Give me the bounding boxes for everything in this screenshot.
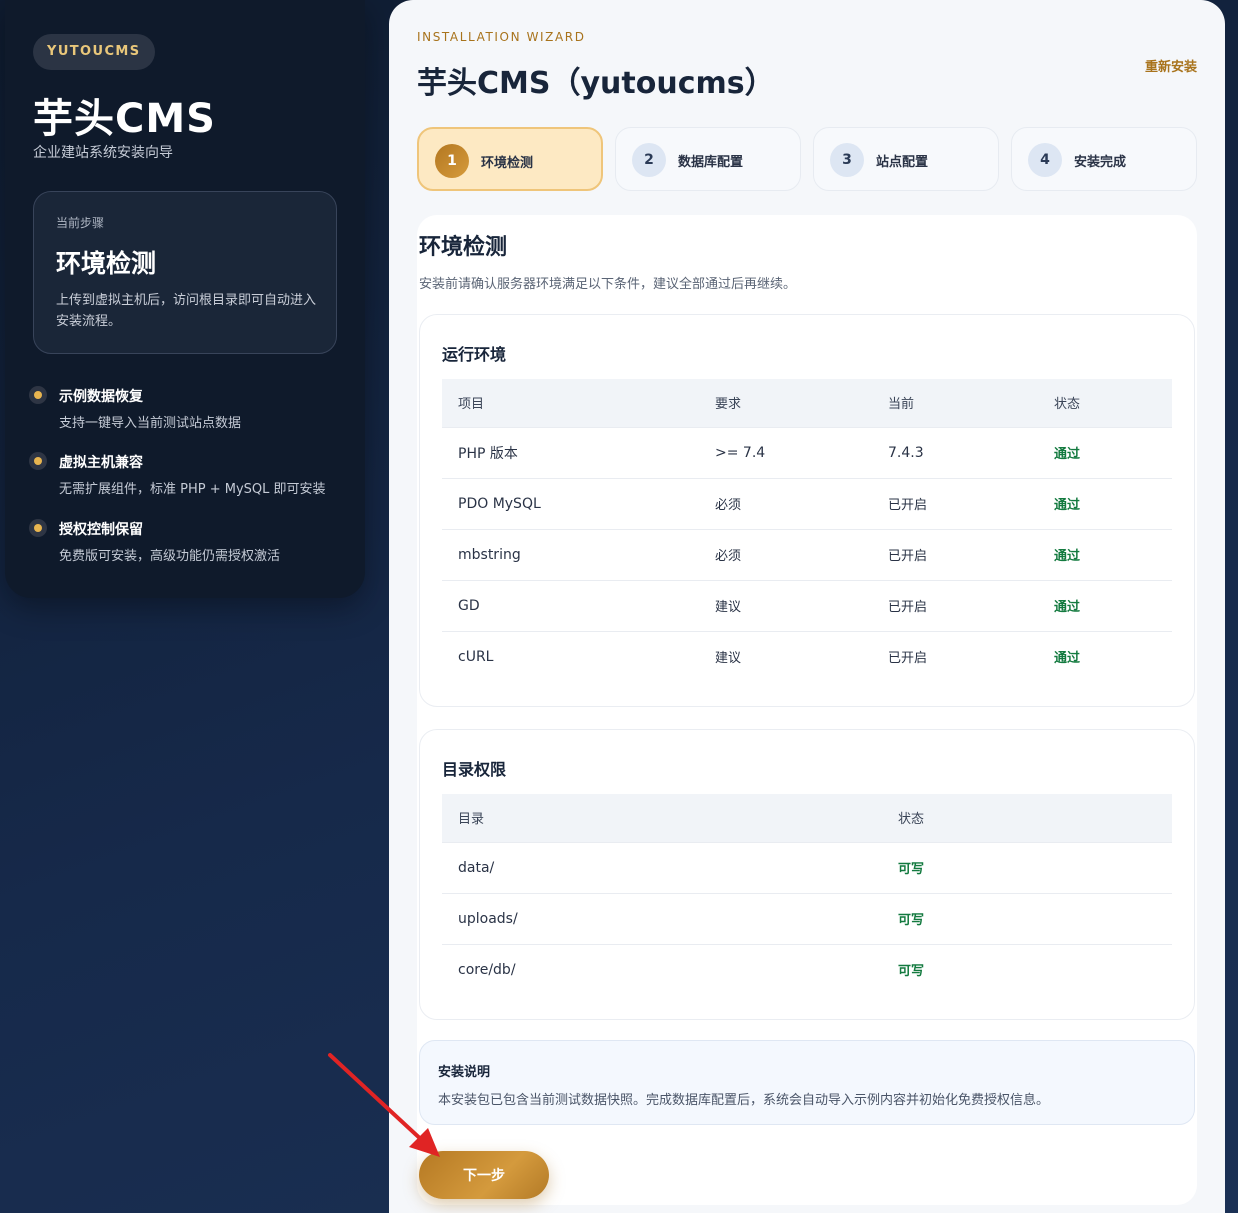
feature-title: 虚拟主机兼容: [59, 455, 143, 471]
step-number: 4: [1028, 143, 1062, 177]
step-number: 3: [830, 143, 864, 177]
table-row: data/ 可写: [442, 841, 1172, 893]
table-row: cURL 建议 已开启 通过: [442, 630, 1172, 682]
section-desc: 安装前请确认服务器环境满足以下条件，建议全部通过后再继续。: [419, 277, 797, 292]
runtime-title: 运行环境: [442, 345, 507, 364]
install-note: 安装说明 本安装包已包含当前测试数据快照。完成数据库配置后，系统会自动导入示例内…: [419, 1040, 1195, 1125]
column-header: 目录: [458, 812, 485, 828]
cell-status: 通过: [1038, 477, 1172, 529]
step-label: 安装完成: [1074, 155, 1127, 170]
note-text: 本安装包已包含当前测试数据快照。完成数据库配置后，系统会自动导入示例内容并初始化…: [438, 1093, 1050, 1108]
cell-status: 通过: [1038, 630, 1172, 682]
main-panel: INSTALLATION WIZARD 芋头CMS（yutoucms） 重新安装…: [389, 0, 1225, 1213]
permissions-table: 目录 状态 data/ 可写 uploads/ 可写 core/db/ 可写: [442, 794, 1172, 995]
runtime-panel: 运行环境 项目 要求 当前 状态 PHP 版本 >= 7.4 7.4.3 通过 …: [419, 314, 1195, 707]
sidebar-title: 芋头CMS: [33, 96, 216, 142]
section-title: 环境检测: [419, 235, 508, 260]
current-step-desc: 上传到虚拟主机后，访问根目录即可自动进入安装流程。: [56, 293, 317, 329]
brand-badge: YUTOUCMS: [33, 34, 155, 70]
sidebar: YUTOUCMS 芋头CMS 企业建站系统安装向导 当前步骤 环境检测 上传到虚…: [5, 0, 365, 598]
table-row: uploads/ 可写: [442, 892, 1172, 944]
step-label: 环境检测: [481, 156, 534, 171]
step-number: 1: [435, 144, 469, 178]
table-header-row: 项目 要求 当前 状态: [442, 379, 1172, 427]
cell-current: 已开启: [872, 630, 1038, 682]
cell-status: 通过: [1038, 426, 1172, 478]
permissions-panel: 目录权限 目录 状态 data/ 可写 uploads/ 可写 core/db/…: [419, 729, 1195, 1020]
cell-directory: core/db/: [442, 943, 882, 995]
cell-requirement: >= 7.4: [699, 426, 872, 478]
step-label: 数据库配置: [678, 155, 744, 170]
cell-status: 通过: [1038, 528, 1172, 580]
bullet-dot-icon: [29, 386, 47, 404]
current-step-card: 当前步骤 环境检测 上传到虚拟主机后，访问根目录即可自动进入安装流程。: [33, 191, 337, 354]
permissions-title: 目录权限: [442, 760, 507, 779]
cell-directory: uploads/: [442, 892, 882, 944]
note-title: 安装说明: [438, 1065, 491, 1080]
content-card: 环境检测 安装前请确认服务器环境满足以下条件，建议全部通过后再继续。 运行环境 …: [417, 215, 1197, 1205]
feature-title: 示例数据恢复: [59, 389, 143, 405]
sidebar-subtitle: 企业建站系统安装向导: [33, 145, 173, 161]
column-header: 状态: [898, 812, 925, 828]
cell-item: PHP 版本: [442, 426, 699, 478]
step-indicator: 1 环境检测 2 数据库配置 3 站点配置 4 安装完成: [417, 127, 1197, 191]
current-step-name: 环境检测: [56, 249, 157, 278]
step-item-env-check[interactable]: 1 环境检测: [417, 127, 603, 191]
wizard-kicker: INSTALLATION WIZARD: [417, 30, 586, 44]
cell-directory: data/: [442, 841, 882, 893]
cell-item: PDO MySQL: [442, 477, 699, 529]
step-item-complete[interactable]: 4 安装完成: [1011, 127, 1197, 191]
column-header: 项目: [458, 397, 485, 413]
feature-title: 授权控制保留: [59, 522, 143, 538]
step-label: 站点配置: [876, 155, 929, 170]
cell-item: cURL: [442, 630, 699, 682]
cell-status: 可写: [882, 892, 1172, 944]
runtime-table: 项目 要求 当前 状态 PHP 版本 >= 7.4 7.4.3 通过 PDO M…: [442, 379, 1172, 682]
table-row: core/db/ 可写: [442, 943, 1172, 995]
cell-current: 已开启: [872, 477, 1038, 529]
cell-requirement: 建议: [699, 579, 872, 631]
step-number: 2: [632, 143, 666, 177]
reinstall-link[interactable]: 重新安装: [1145, 56, 1197, 75]
page-title: 芋头CMS（yutoucms）: [417, 66, 775, 101]
cell-current: 7.4.3: [872, 426, 1038, 478]
cell-status: 可写: [882, 943, 1172, 995]
step-item-database[interactable]: 2 数据库配置: [615, 127, 801, 191]
table-row: PDO MySQL 必须 已开启 通过: [442, 477, 1172, 529]
bullet-dot-icon: [29, 519, 47, 537]
step-item-site[interactable]: 3 站点配置: [813, 127, 999, 191]
cell-status: 通过: [1038, 579, 1172, 631]
cell-requirement: 建议: [699, 630, 872, 682]
column-header: 要求: [715, 397, 742, 413]
bullet-dot-icon: [29, 452, 47, 470]
column-header: 当前: [888, 397, 915, 413]
feature-desc: 免费版可安装，高级功能仍需授权激活: [59, 549, 281, 564]
current-step-label: 当前步骤: [56, 216, 105, 230]
feature-desc: 支持一键导入当前测试站点数据: [59, 416, 242, 431]
cell-requirement: 必须: [699, 528, 872, 580]
table-row: mbstring 必须 已开启 通过: [442, 528, 1172, 580]
cell-status: 可写: [882, 841, 1172, 893]
cell-current: 已开启: [872, 528, 1038, 580]
cell-item: GD: [442, 579, 699, 631]
table-header-row: 目录 状态: [442, 794, 1172, 842]
feature-desc: 无需扩展组件，标准 PHP + MySQL 即可安装: [59, 482, 326, 497]
column-header: 状态: [1054, 397, 1081, 413]
next-step-button[interactable]: 下一步: [419, 1151, 549, 1199]
table-row: PHP 版本 >= 7.4 7.4.3 通过: [442, 426, 1172, 478]
table-row: GD 建议 已开启 通过: [442, 579, 1172, 631]
cell-item: mbstring: [442, 528, 699, 580]
cell-current: 已开启: [872, 579, 1038, 631]
cell-requirement: 必须: [699, 477, 872, 529]
